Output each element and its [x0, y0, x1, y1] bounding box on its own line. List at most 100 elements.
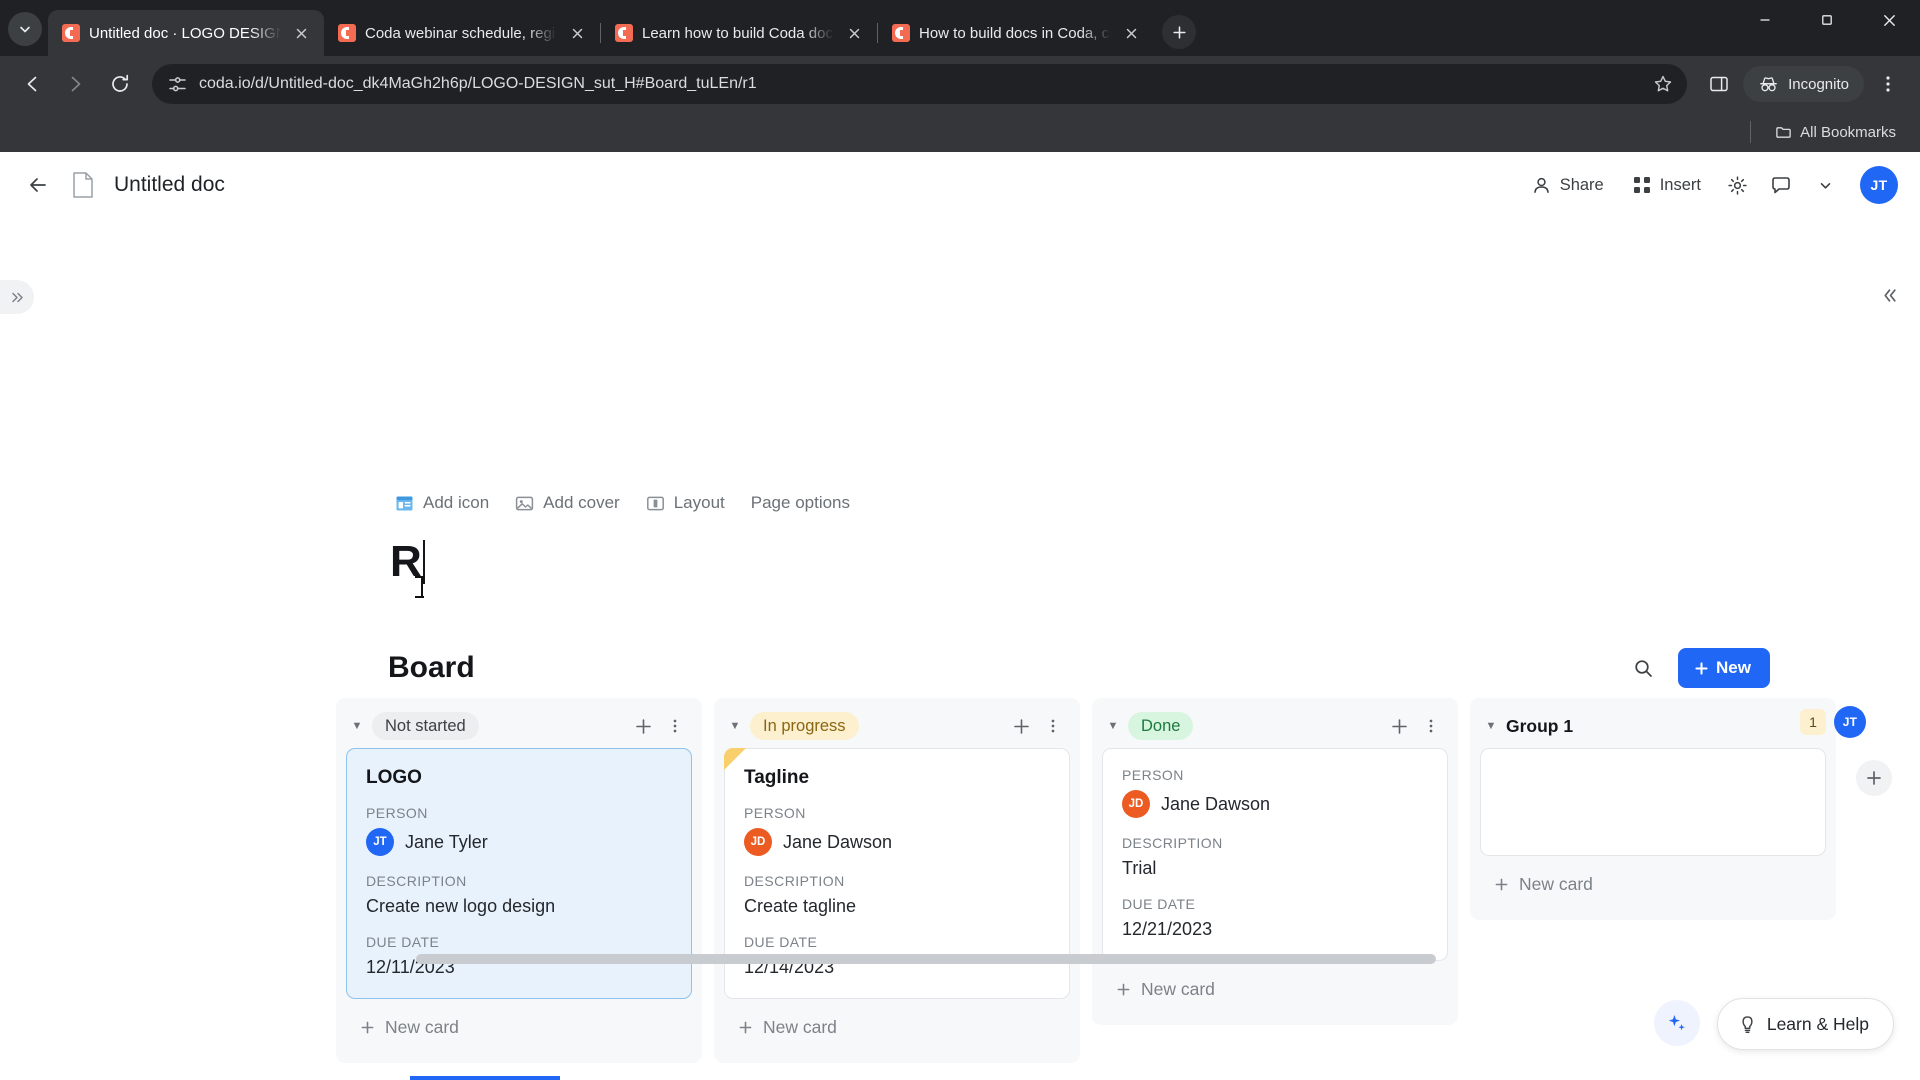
forward-arrow-icon — [71, 76, 81, 92]
incognito-indicator[interactable]: Incognito — [1743, 66, 1864, 102]
column-status-chip[interactable]: Done — [1128, 712, 1194, 740]
right-sidebar-collapse-button[interactable] — [1872, 278, 1906, 312]
close-window-button[interactable] — [1858, 0, 1920, 40]
horizontal-scrollbar[interactable] — [336, 954, 1770, 964]
add-card-button[interactable] — [1384, 711, 1414, 741]
add-card-button[interactable] — [628, 711, 658, 741]
ai-assistant-button[interactable] — [1654, 1000, 1700, 1046]
close-icon[interactable] — [1120, 22, 1142, 44]
doc-header-actions: Share Insert JT — [1520, 166, 1898, 204]
settings-button[interactable] — [1718, 166, 1756, 204]
avatar-initials: JT — [1842, 715, 1858, 729]
reload-button[interactable] — [100, 64, 140, 104]
tab-search-button[interactable] — [8, 12, 42, 46]
avatar-initials: JT — [1870, 177, 1888, 193]
layout-button[interactable]: Layout — [646, 493, 725, 513]
add-icon-button[interactable]: Add icon — [395, 493, 489, 513]
site-settings-icon[interactable] — [168, 75, 187, 94]
new-tab-button[interactable] — [1162, 15, 1196, 49]
caret-down-icon[interactable]: ▼ — [1482, 720, 1500, 732]
page-heading-text: R — [390, 537, 422, 586]
kanban-card[interactable] — [1480, 748, 1826, 856]
left-sidebar-expand-button[interactable] — [0, 280, 34, 314]
caret-down-icon[interactable]: ▼ — [726, 720, 744, 732]
card-due-label: DUE DATE — [366, 934, 440, 950]
minimize-button[interactable] — [1734, 0, 1796, 40]
column-status-chip[interactable]: Not started — [372, 712, 479, 740]
column-menu-button[interactable] — [660, 711, 690, 741]
header-more-button[interactable] — [1806, 166, 1844, 204]
document-icon[interactable] — [66, 168, 100, 202]
back-arrow-icon — [30, 178, 46, 192]
new-card-label: New card — [385, 1016, 459, 1037]
column-menu-button[interactable] — [1416, 711, 1446, 741]
maximize-button[interactable] — [1796, 0, 1858, 40]
new-card-button[interactable]: New card — [346, 1005, 692, 1049]
caret-down-icon[interactable]: ▼ — [1104, 720, 1122, 732]
folder-icon — [1776, 126, 1791, 138]
grid-icon — [1633, 177, 1650, 193]
page-heading-editor[interactable]: R — [390, 537, 425, 586]
url-text: coda.io/d/Untitled-doc_dk4MaGh2h6p/LOGO-… — [199, 75, 757, 92]
new-row-button[interactable]: New — [1678, 648, 1770, 688]
caret-down-icon[interactable]: ▼ — [348, 720, 366, 732]
add-cover-button[interactable]: Add cover — [515, 493, 620, 513]
row-count-badge: 1 — [1800, 709, 1826, 735]
doc-back-button[interactable] — [18, 165, 58, 205]
browser-tab-2[interactable]: Learn how to build Coda docs — [601, 10, 877, 56]
browser-tab-0[interactable]: Untitled doc · LOGO DESIGN — [48, 10, 324, 56]
back-button[interactable] — [12, 64, 52, 104]
text-caret — [422, 540, 425, 585]
address-bar[interactable]: coda.io/d/Untitled-doc_dk4MaGh2h6p/LOGO-… — [152, 64, 1688, 104]
close-icon[interactable] — [843, 22, 865, 44]
new-card-button[interactable]: New card — [1102, 967, 1448, 1011]
tab-title: How to build docs in Coda, cre — [919, 24, 1111, 42]
board-title[interactable]: Board — [388, 651, 475, 685]
card-description-label: DESCRIPTION — [744, 873, 845, 889]
new-card-button[interactable]: New card — [1480, 862, 1826, 906]
column-status-chip[interactable]: In progress — [750, 712, 859, 740]
add-card-button[interactable] — [1006, 711, 1036, 741]
plus-icon — [1117, 983, 1130, 995]
comment-button[interactable] — [1762, 166, 1800, 204]
column-header-actions — [1006, 711, 1068, 741]
bookmarks-divider — [1750, 121, 1752, 143]
close-icon[interactable] — [290, 22, 312, 44]
tab-title: Learn how to build Coda docs — [642, 24, 834, 42]
close-icon[interactable] — [566, 22, 588, 44]
add-column-button[interactable] — [1856, 760, 1892, 796]
sparkle-icon — [1668, 1015, 1685, 1031]
plus-icon — [739, 1021, 752, 1033]
avatar[interactable]: JT — [1860, 166, 1898, 204]
side-panel-button[interactable] — [1699, 64, 1739, 104]
page-options-toolbar: Add icon Add cover Layout Page options — [395, 493, 850, 513]
side-panel-icon — [1710, 76, 1728, 92]
column-menu-button[interactable] — [1038, 711, 1068, 741]
page-title[interactable]: Untitled doc — [114, 173, 225, 197]
all-bookmarks-button[interactable]: All Bookmarks — [1767, 119, 1904, 146]
board-actions: New — [1624, 648, 1770, 688]
browser-tab-3[interactable]: How to build docs in Coda, cre — [878, 10, 1154, 56]
scrollbar-thumb[interactable] — [416, 954, 1436, 964]
share-button[interactable]: Share — [1520, 166, 1615, 204]
column-header-actions — [1384, 711, 1446, 741]
kanban-column-in-progress: ▼ In progress Tagline PERSON JD Jane Daw… — [714, 698, 1080, 1063]
collaborator-avatar[interactable]: JT — [1834, 706, 1866, 738]
card-person-label: PERSON — [1122, 767, 1184, 783]
kanban-card[interactable]: PERSON JD Jane Dawson DESCRIPTION Trial … — [1102, 748, 1448, 961]
board-search-button[interactable] — [1624, 649, 1662, 687]
new-card-button[interactable]: New card — [724, 1005, 1070, 1049]
forward-button[interactable] — [56, 64, 96, 104]
learn-and-help-button[interactable]: Learn & Help — [1716, 998, 1894, 1050]
close-icon — [1883, 14, 1895, 26]
browser-menu-button[interactable] — [1868, 64, 1908, 104]
column-name[interactable]: Group 1 — [1506, 716, 1573, 737]
star-icon[interactable] — [1653, 74, 1673, 94]
avatar-initials: JT — [373, 836, 387, 848]
browser-tab-1[interactable]: Coda webinar schedule, registr — [324, 10, 600, 56]
chevron-down-icon — [20, 26, 30, 33]
insert-button[interactable]: Insert — [1621, 166, 1712, 204]
coda-favicon — [62, 24, 80, 42]
page-options-button[interactable]: Page options — [751, 493, 850, 513]
bookmarks-bar: All Bookmarks — [0, 112, 1920, 152]
